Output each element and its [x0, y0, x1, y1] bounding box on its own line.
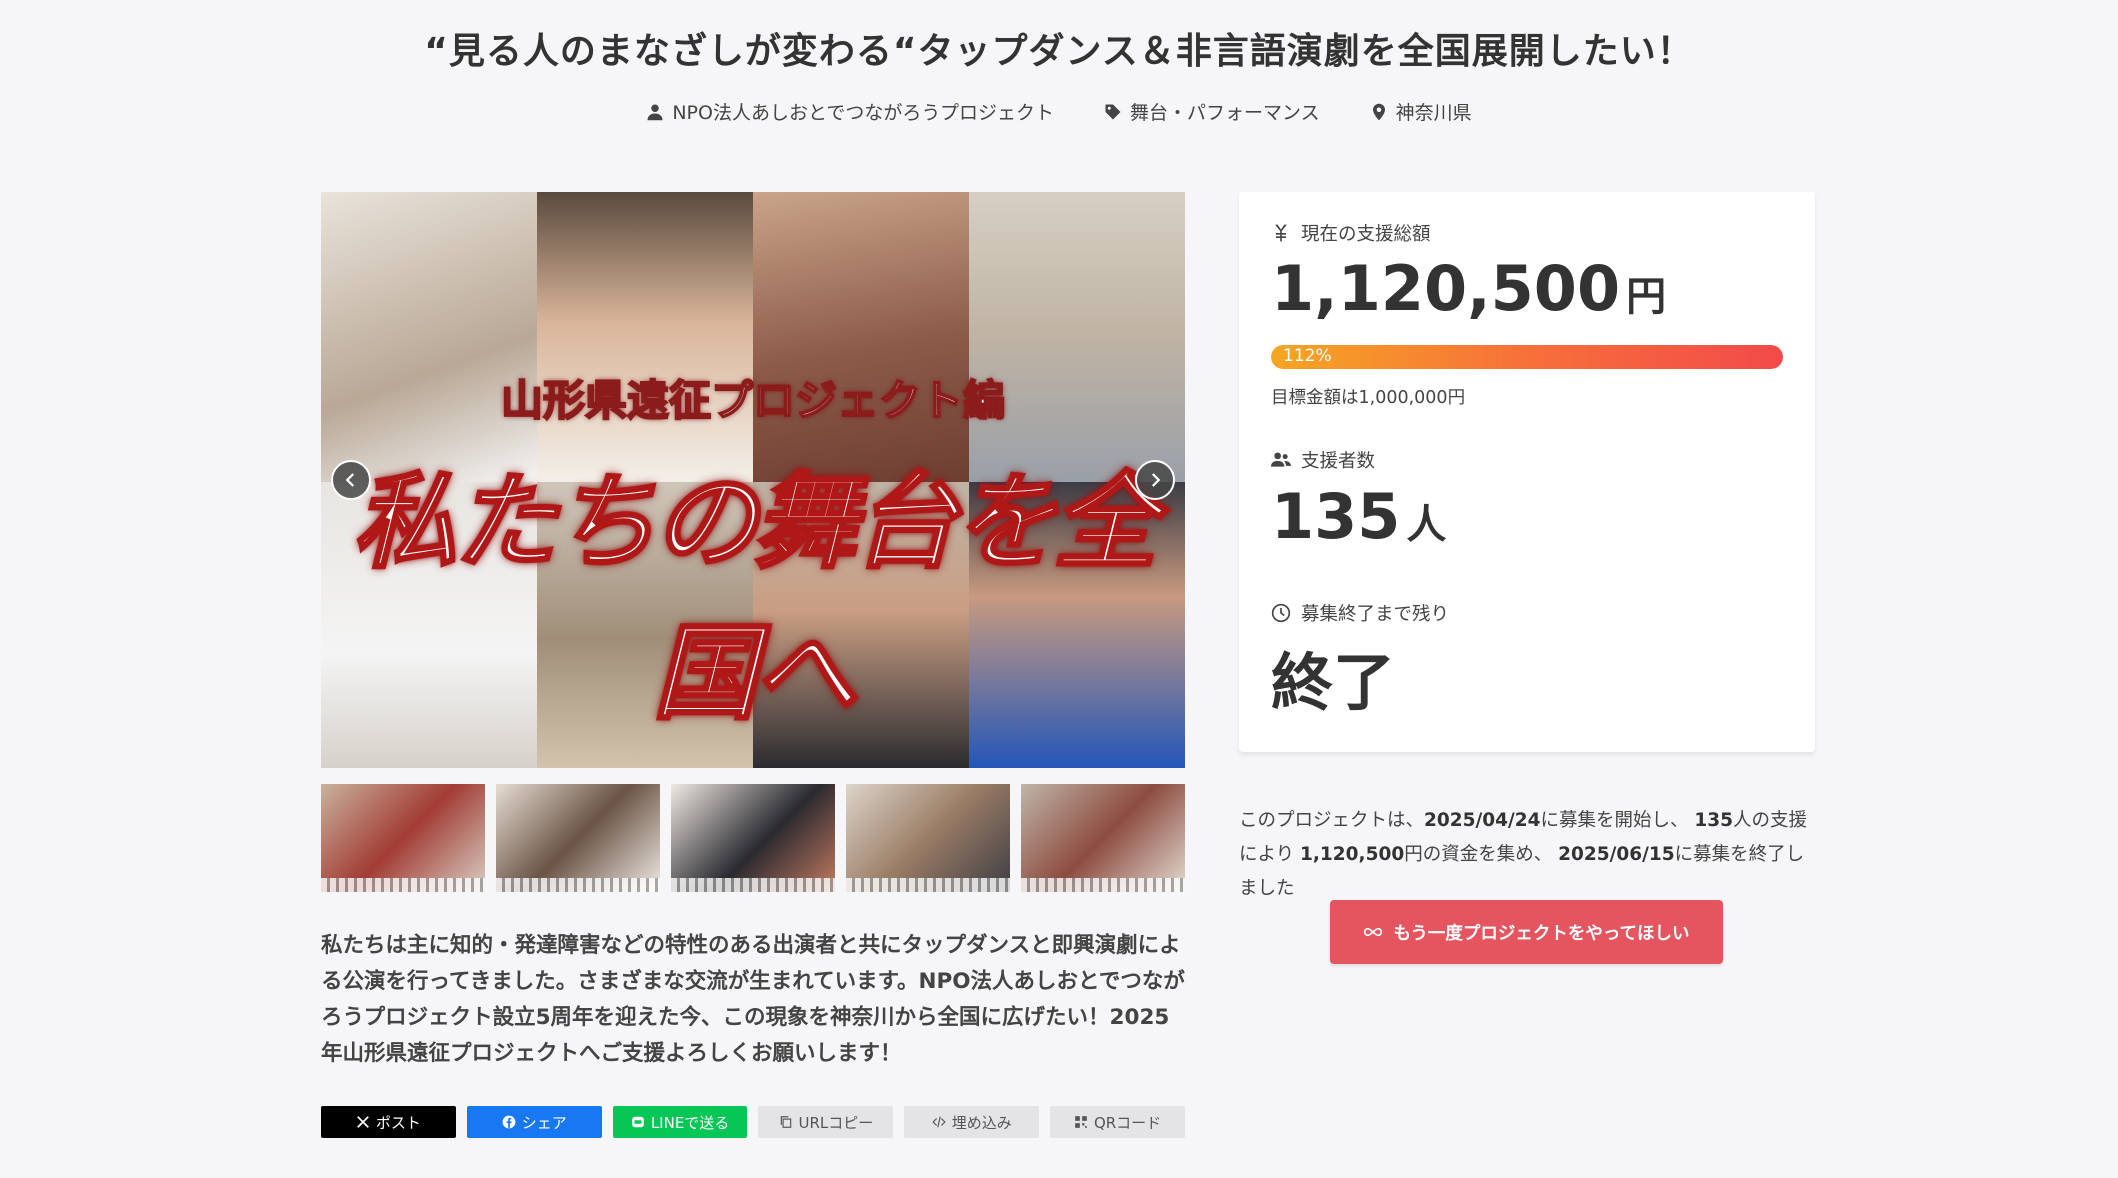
hero-image[interactable]: 山形県遠征プロジェクト編 私たちの舞台を全国へ: [321, 192, 1185, 768]
thumbnail-strip: [321, 784, 1185, 892]
location-name: 神奈川県: [1395, 102, 1472, 124]
user-icon: [647, 104, 663, 120]
owner-link[interactable]: NPO法人あしおとでつながろうプロジェクト: [646, 98, 1054, 125]
map-pin-icon: [1372, 103, 1385, 120]
remaining-value: 終了: [1271, 646, 1396, 719]
project-summary: このプロジェクトは、2025/04/24に募集を開始し、 135人の支援により …: [1239, 810, 1808, 899]
code-icon: [932, 1116, 946, 1128]
location-link[interactable]: 神奈川県: [1370, 98, 1472, 125]
infinity-icon: [1364, 927, 1383, 937]
amount-label: 現在の支援総額: [1271, 220, 1431, 246]
progress-fill: 112%: [1271, 345, 1783, 369]
thumbnail-5[interactable]: [1021, 784, 1185, 892]
category-link[interactable]: 舞台・パフォーマンス: [1104, 98, 1320, 125]
share-facebook-button[interactable]: シェア: [466, 1106, 602, 1138]
tag-icon: [1105, 104, 1121, 119]
remaining-label: 募集終了まで残り: [1271, 600, 1449, 626]
owner-name: NPO法人あしおとでつながろうプロジェクト: [672, 102, 1055, 124]
x-logo-icon: [357, 1116, 369, 1128]
goal-amount: 目標金額は1,000,000円: [1271, 388, 1466, 408]
thumbnail-2[interactable]: [496, 784, 660, 892]
users-icon: [1271, 452, 1291, 467]
project-description: 私たちは主に知的・発達障害などの特性のある出演者と共にタップダンスと即興演劇によ…: [321, 933, 1185, 1066]
amount-value: 1,120,500 円: [1271, 252, 1667, 325]
facebook-icon: [502, 1115, 516, 1129]
embed-button[interactable]: 埋め込み: [904, 1106, 1040, 1138]
qr-code-button[interactable]: QRコード: [1050, 1106, 1185, 1138]
share-bar: ポスト シェア LINEで送る URLコピー 埋め込み QRコード: [321, 1106, 1185, 1138]
supporters-value: 135 人: [1271, 480, 1447, 553]
thumbnail-1[interactable]: [321, 784, 485, 892]
carousel-prev-button[interactable]: [331, 460, 371, 500]
copy-url-button[interactable]: URLコピー: [758, 1106, 894, 1138]
hero-subtitle: 山形県遠征プロジェクト編: [500, 375, 1006, 426]
qr-code-icon: [1075, 1116, 1087, 1128]
stats-card: 現在の支援総額 1,120,500 円 112% 目標金額は1,000,000円…: [1239, 192, 1815, 752]
chevron-right-icon: [1151, 473, 1161, 487]
category-name: 舞台・パフォーマンス: [1130, 102, 1320, 124]
project-meta: NPO法人あしおとでつながろうプロジェクト 舞台・パフォーマンス 神奈川県: [0, 98, 2118, 125]
page-title: “見る人のまなざしが変わる“タップダンス＆非言語演劇を全国展開したい！: [424, 31, 1694, 72]
copy-icon: [780, 1116, 791, 1128]
thumbnail-3[interactable]: [671, 784, 835, 892]
hero-main-text: 私たちの舞台を全国へ: [351, 459, 1158, 736]
share-x-button[interactable]: ポスト: [321, 1106, 456, 1138]
thumbnail-4[interactable]: [846, 784, 1010, 892]
line-icon: [631, 1116, 644, 1128]
clock-icon: [1271, 603, 1291, 623]
request-encore-button[interactable]: もう一度プロジェクトをやってほしい: [1330, 900, 1723, 964]
carousel-next-button[interactable]: [1135, 460, 1175, 500]
chevron-left-icon: [345, 473, 355, 487]
share-line-button[interactable]: LINEで送る: [612, 1106, 748, 1138]
supporters-label: 支援者数: [1271, 447, 1375, 473]
yen-icon: [1275, 224, 1287, 242]
funding-progress-bar: 112%: [1271, 345, 1783, 369]
